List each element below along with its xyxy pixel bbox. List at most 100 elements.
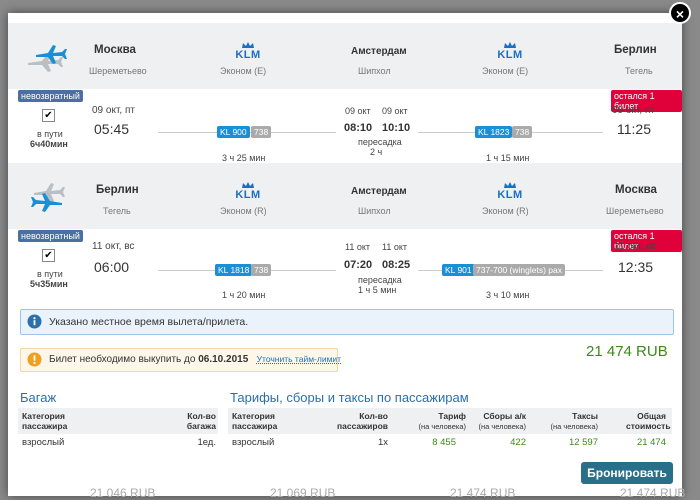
fares-row-total: 21 474	[636, 437, 666, 448]
fares-row-qty: 1x	[377, 437, 388, 448]
warning-icon	[27, 352, 42, 367]
fares-col-fare: Тариф	[438, 411, 466, 421]
transfer-label: пересадка	[358, 137, 402, 147]
aircraft-2: 738	[512, 126, 533, 138]
via-city: Амстердам	[351, 46, 407, 57]
from-city: Берлин	[96, 184, 139, 196]
book-button[interactable]: Бронировать	[581, 462, 673, 484]
klm-crown-icon	[504, 42, 516, 48]
warning-date: 06.10.2015	[198, 354, 249, 365]
from-city: Москва	[94, 44, 136, 56]
bg-price: 21 474 RUB	[620, 486, 686, 500]
segment-2-header: Берлин Тегель KLM Эконом (R) Амстердам Ш…	[8, 163, 682, 229]
baggage-row-qty: 1ед.	[197, 437, 216, 448]
from-airport: Шереметьево	[89, 66, 147, 76]
dep-time: 06:00	[94, 259, 130, 275]
mid-dep-date: 11 окт	[382, 242, 408, 252]
baggage-col-category: Категория пассажира	[22, 411, 68, 431]
total-price: 21 474 RUB	[586, 343, 668, 360]
from-airport: Тегель	[103, 206, 131, 216]
warning-text: Билет необходимо выкупить до	[49, 354, 196, 365]
purchase-deadline-warning: Билет необходимо выкупить до 06.10.2015 …	[20, 348, 341, 372]
fares-row-category: взрослый	[232, 437, 275, 448]
nonrefundable-badge: невозвратный	[18, 90, 83, 102]
close-icon[interactable]: ×	[669, 2, 691, 24]
klm-crown-icon	[242, 182, 254, 188]
flight-number-2: KL 1823	[475, 126, 513, 138]
mid-arr-date: 09 окт	[345, 106, 371, 116]
fares-row-fee: 422	[510, 437, 526, 448]
nonrefundable-badge: невозвратный	[18, 230, 83, 242]
mid-arr-date: 11 окт	[345, 242, 371, 252]
aircraft-2: 737-700 (winglets) pax	[473, 264, 565, 276]
segment-1-body: невозвратный остался 1 билет ✔ в пути 6ч…	[8, 89, 682, 163]
via-airport: Шипхол	[358, 206, 391, 216]
flight-number-1: KL 900	[217, 126, 250, 138]
aircraft-1: 738	[251, 126, 272, 138]
transfer-time: 1 ч 5 мин	[358, 285, 397, 295]
fares-row-tax: 12 597	[568, 437, 598, 448]
fares-col-tax: Таксы	[572, 411, 598, 421]
background-list	[686, 60, 700, 496]
background-prices: 21 046 RUB 21 069 RUB 21 474 RUB 21 474 …	[0, 486, 700, 500]
bg-price: 21 474 RUB	[450, 486, 516, 500]
fares-col-total: Общая стоимость	[626, 411, 671, 431]
fares-title: Тарифы, сборы и таксы по пассажирам	[230, 390, 469, 405]
arr-time: 12:35	[618, 259, 654, 275]
baggage-row-category: взрослый	[22, 437, 65, 448]
duration-2: 1 ч 15 мин	[486, 153, 530, 163]
enroute-time: 5ч35мин	[30, 279, 68, 289]
mid-arr-time: 08:10	[344, 122, 373, 134]
via-city: Амстердам	[351, 186, 407, 197]
return-planes-icon	[31, 183, 65, 212]
to-city: Берлин	[614, 44, 657, 56]
dep-date: 09 окт, пт	[92, 105, 135, 116]
fares-col-category: Категория пассажира	[232, 411, 278, 431]
enroute-time: 6ч40мин	[30, 139, 68, 149]
airline-logo-2: KLM	[470, 181, 550, 201]
enroute-label: в пути	[37, 269, 63, 279]
class-2: Эконом (E)	[482, 66, 529, 76]
aircraft-1: 738	[251, 264, 272, 276]
duration-2: 3 ч 10 мин	[486, 290, 530, 300]
enroute-label: в пути	[37, 129, 63, 139]
to-city: Москва	[615, 184, 657, 196]
class-1: Эконом (E)	[220, 66, 267, 76]
airline-logo-1: KLM	[208, 41, 288, 61]
fares-col-fare-sub: (на человека)	[418, 422, 466, 431]
fares-col-fee-sub: (на человека)	[478, 422, 526, 431]
dep-time: 05:45	[94, 121, 130, 137]
flight-number-1: KL 1818	[215, 264, 253, 276]
time-limit-link[interactable]: Уточнить тайм-лимит	[257, 354, 341, 364]
mid-dep-time: 08:25	[382, 259, 411, 271]
info-text: Указано местное время вылета/прилета.	[49, 316, 249, 328]
transfer-label: пересадка	[358, 275, 402, 285]
fares-col-tax-sub: (на человека)	[550, 422, 598, 431]
airline-logo-2: KLM	[470, 41, 550, 61]
to-airport: Тегель	[625, 66, 653, 76]
duration-1: 3 ч 25 мин	[222, 153, 266, 163]
info-icon	[27, 314, 42, 329]
mid-arr-time: 07:20	[344, 259, 373, 271]
segment-1-header: Москва Шереметьево KLM Эконом (E) Амстер…	[8, 23, 682, 89]
via-airport: Шипхол	[358, 66, 391, 76]
klm-crown-icon	[504, 182, 516, 188]
outbound-planes-icon	[28, 45, 67, 72]
to-airport: Шереметьево	[606, 206, 664, 216]
fares-row-fare: 8 455	[432, 437, 456, 448]
mid-dep-time: 10:10	[382, 122, 411, 134]
arr-date: 09 окт, пт	[612, 105, 655, 116]
segment-2-checkbox[interactable]: ✔	[42, 249, 55, 262]
fares-col-qty: Кол-во пассажиров	[336, 411, 388, 431]
segment-1-checkbox[interactable]: ✔	[42, 109, 55, 122]
fares-col-fee: Сборы а/к	[483, 411, 526, 421]
local-time-info: Указано местное время вылета/прилета.	[20, 309, 674, 335]
transfer-time: 2 ч	[370, 147, 383, 157]
flight-number-2: KL 901	[442, 264, 475, 276]
airline-logo-1: KLM	[208, 181, 288, 201]
class-2: Эконом (R)	[482, 206, 529, 216]
arr-date: 11 окт, вс	[614, 241, 657, 252]
duration-1: 1 ч 20 мин	[222, 290, 266, 300]
arr-time: 11:25	[617, 121, 651, 137]
dep-date: 11 окт, вс	[92, 241, 135, 252]
